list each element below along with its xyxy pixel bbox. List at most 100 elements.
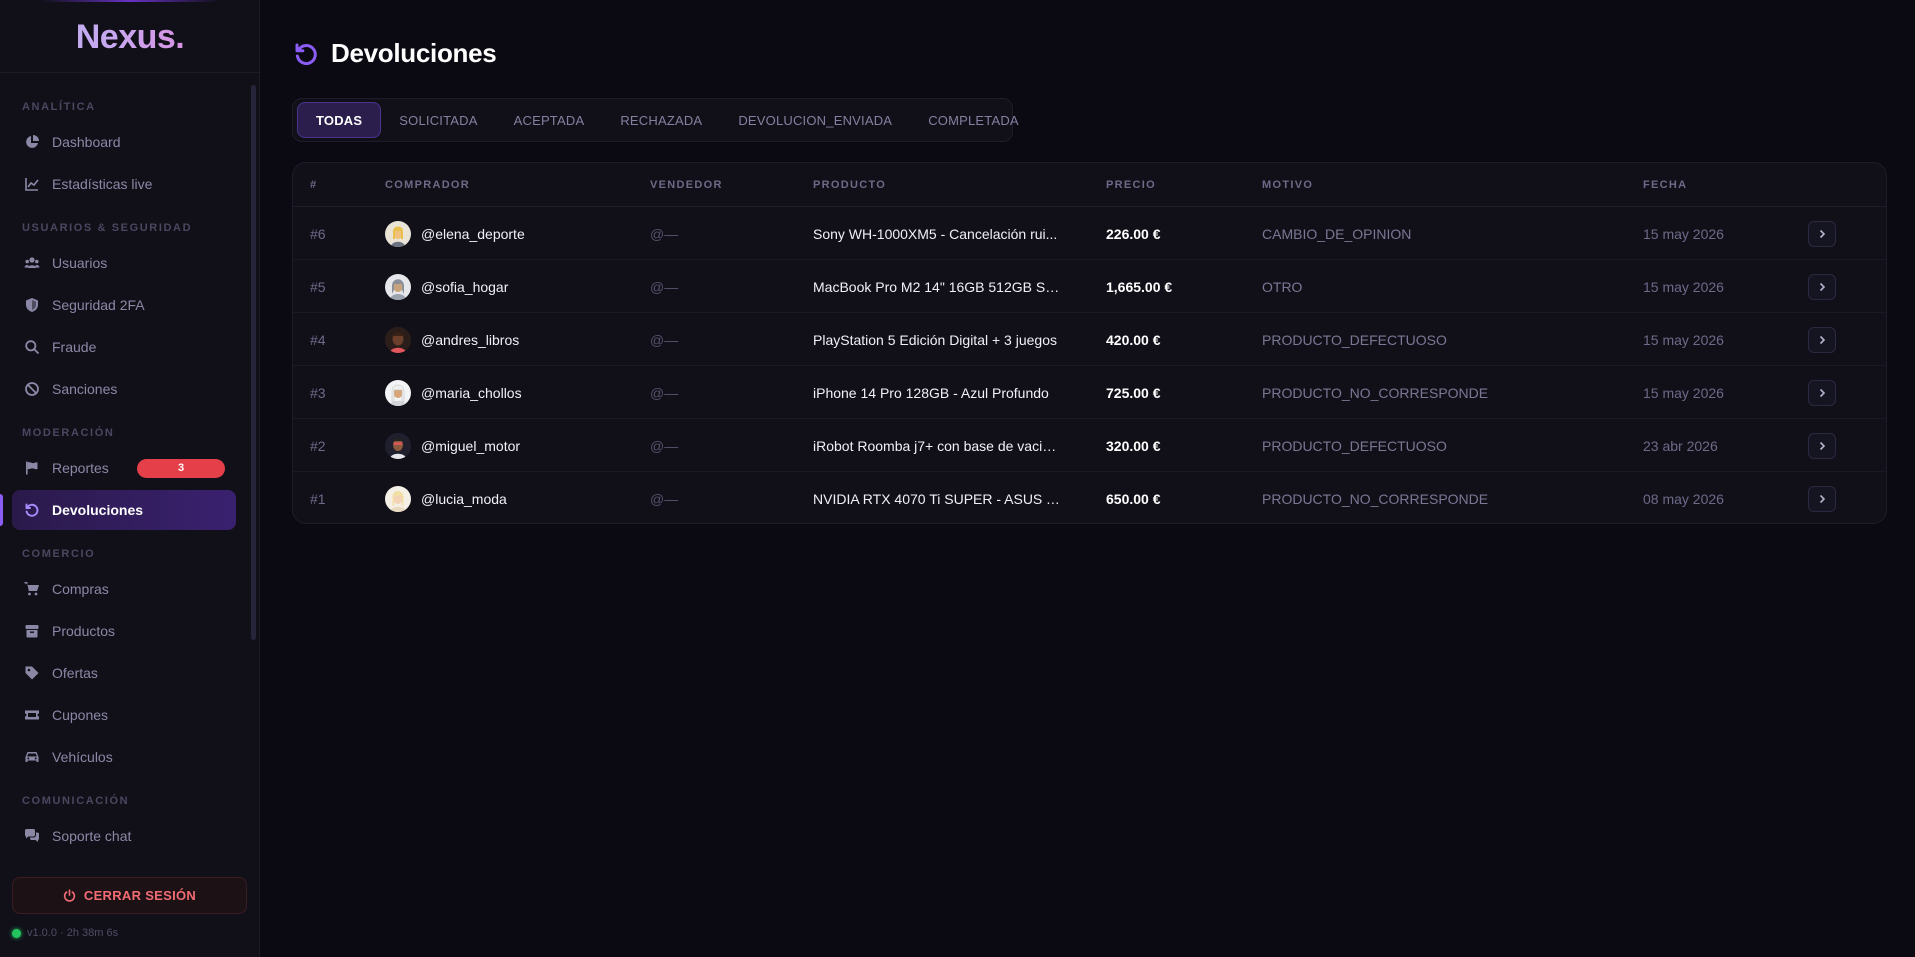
- tab-aceptada[interactable]: ACEPTADA: [496, 102, 603, 138]
- line-chart-icon: [24, 176, 40, 192]
- returns-table: # COMPRADOR VENDEDOR PRODUCTO PRECIO MOT…: [292, 162, 1887, 524]
- column-header-buyer: COMPRADOR: [385, 179, 471, 191]
- sidebar-item-vehiculos[interactable]: Vehículos: [12, 737, 236, 777]
- reportes-count-badge: 3: [137, 459, 225, 478]
- sidebar-item-compras[interactable]: Compras: [12, 569, 236, 609]
- product-name: MacBook Pro M2 14" 16GB 512GB SSD: [813, 278, 1063, 295]
- sidebar-item-seguridad[interactable]: Seguridad 2FA: [12, 285, 236, 325]
- product-name: iPhone 14 Pro 128GB - Azul Profundo: [813, 384, 1049, 401]
- price: 1,665.00 €: [1106, 278, 1173, 295]
- table-row[interactable]: #6 @elena_deporte @— Sony WH-1000XM5 - C…: [293, 207, 1886, 260]
- sidebar-item-label: Estadísticas live: [52, 176, 153, 192]
- view-detail-button[interactable]: [1808, 326, 1836, 353]
- date: 23 abr 2026: [1643, 437, 1718, 454]
- box-icon: [24, 623, 40, 639]
- flag-icon: [24, 460, 40, 476]
- sidebar-item-label: Vehículos: [52, 749, 113, 765]
- chevron-right-icon: [1819, 388, 1826, 397]
- version-info: v1.0.0 · 2h 38m 6s: [12, 927, 118, 939]
- view-detail-button[interactable]: [1808, 432, 1836, 459]
- sidebar-item-label: Cupones: [52, 707, 109, 723]
- sidebar-scrollbar[interactable]: [251, 85, 256, 855]
- motive: OTRO: [1262, 278, 1303, 295]
- date: 08 may 2026: [1643, 490, 1724, 507]
- row-action: [1808, 472, 1836, 523]
- avatar: [385, 379, 411, 406]
- date: 15 may 2026: [1643, 278, 1724, 295]
- table-row[interactable]: #5 @sofia_hogar @— MacBook Pro M2 14" 16…: [293, 260, 1886, 313]
- tab-solicitada[interactable]: SOLICITADA: [381, 102, 495, 138]
- sidebar-item-fraude[interactable]: Fraude: [12, 327, 236, 367]
- app-logo[interactable]: Nexus.: [0, 18, 260, 57]
- sidebar-item-ofertas[interactable]: Ofertas: [12, 653, 236, 693]
- motive: PRODUCTO_NO_CORRESPONDE: [1262, 384, 1489, 401]
- buyer-cell[interactable]: @andres_libros: [385, 313, 519, 366]
- seller-username: @—: [650, 437, 679, 454]
- sidebar-item-sanciones[interactable]: Sanciones: [12, 369, 236, 409]
- sidebar-item-reportes[interactable]: Reportes 3: [12, 448, 236, 488]
- buyer-cell[interactable]: @miguel_motor: [385, 419, 520, 472]
- view-detail-button[interactable]: [1808, 220, 1836, 247]
- table-row[interactable]: #1 @lucia_moda @— NVIDIA RTX 4070 Ti SUP…: [293, 472, 1886, 523]
- price: 320.00 €: [1106, 437, 1161, 454]
- sidebar-item-label: Devoluciones: [52, 502, 144, 518]
- row-action: [1808, 419, 1836, 472]
- product-name: NVIDIA RTX 4070 Ti SUPER - ASUS TUF: [813, 490, 1063, 507]
- section-title-usuarios: USUARIOS & SEGURIDAD: [22, 222, 193, 234]
- page-header: Devoluciones: [293, 38, 497, 69]
- sidebar-item-dashboard[interactable]: Dashboard: [12, 122, 236, 162]
- row-action: [1808, 313, 1836, 366]
- table-row[interactable]: #4 @andres_libros @— PlayStation 5 Edici…: [293, 313, 1886, 366]
- row-id: #6: [310, 225, 326, 242]
- avatar: [385, 432, 411, 459]
- sidebar-item-label: Ofertas: [52, 665, 98, 681]
- view-detail-button[interactable]: [1808, 379, 1836, 406]
- tag-icon: [24, 665, 40, 681]
- shield-icon: [24, 297, 40, 313]
- price: 650.00 €: [1106, 490, 1161, 507]
- tab-completada[interactable]: COMPLETADA: [910, 102, 1037, 138]
- sidebar-item-usuarios[interactable]: Usuarios: [12, 243, 236, 283]
- motive: PRODUCTO_NO_CORRESPONDE: [1262, 490, 1489, 507]
- pie-chart-icon: [24, 134, 40, 150]
- buyer-cell[interactable]: @lucia_moda: [385, 472, 507, 523]
- tab-rechazada[interactable]: RECHAZADA: [602, 102, 720, 138]
- chevron-right-icon: [1819, 335, 1826, 344]
- sidebar-item-label: Fraude: [52, 339, 97, 355]
- sidebar-item-estadisticas[interactable]: Estadísticas live: [12, 164, 236, 204]
- table-row[interactable]: #2 @miguel_motor @— iRobot Roomba j7+ co…: [293, 419, 1886, 472]
- avatar: [385, 220, 411, 247]
- row-id: #2: [310, 437, 326, 454]
- column-header-date: FECHA: [1643, 179, 1688, 191]
- seller-username: @—: [650, 331, 679, 348]
- tab-todas[interactable]: TODAS: [297, 102, 382, 138]
- buyer-username: @maria_chollos: [421, 384, 522, 401]
- sidebar-item-devoluciones[interactable]: Devoluciones: [0, 490, 236, 530]
- column-header-product: PRODUCTO: [813, 179, 887, 191]
- sidebar-item-cupones[interactable]: Cupones: [12, 695, 236, 735]
- chevron-right-icon: [1819, 494, 1826, 503]
- tab-devolucion-enviada[interactable]: DEVOLUCION_ENVIADA: [720, 102, 910, 138]
- sidebar-item-soporte[interactable]: Soporte chat: [12, 816, 236, 855]
- sidebar-item-label: Compras: [52, 581, 109, 597]
- row-id: #4: [310, 331, 326, 348]
- view-detail-button[interactable]: [1808, 273, 1836, 300]
- buyer-username: @miguel_motor: [421, 437, 521, 454]
- row-action: [1808, 366, 1836, 419]
- buyer-cell[interactable]: @elena_deporte: [385, 207, 525, 260]
- table-row[interactable]: #3 @maria_chollos @— iPhone 14 Pro 128GB…: [293, 366, 1886, 419]
- sidebar-item-productos[interactable]: Productos: [12, 611, 236, 651]
- motive: CAMBIO_DE_OPINION: [1262, 225, 1412, 242]
- sidebar-item-label: Productos: [52, 623, 116, 639]
- view-detail-button[interactable]: [1808, 485, 1836, 512]
- sidebar-item-label: Reportes: [52, 460, 109, 476]
- sidebar-scrollbar-thumb[interactable]: [251, 85, 256, 640]
- buyer-username: @lucia_moda: [421, 490, 507, 507]
- row-action: [1808, 260, 1836, 313]
- buyer-cell[interactable]: @sofia_hogar: [385, 260, 508, 313]
- buyer-cell[interactable]: @maria_chollos: [385, 366, 522, 419]
- search-icon: [24, 339, 40, 355]
- section-title-analitica: ANALÍTICA: [22, 101, 96, 113]
- car-icon: [24, 749, 40, 765]
- logout-button[interactable]: CERRAR SESIÓN: [12, 877, 247, 914]
